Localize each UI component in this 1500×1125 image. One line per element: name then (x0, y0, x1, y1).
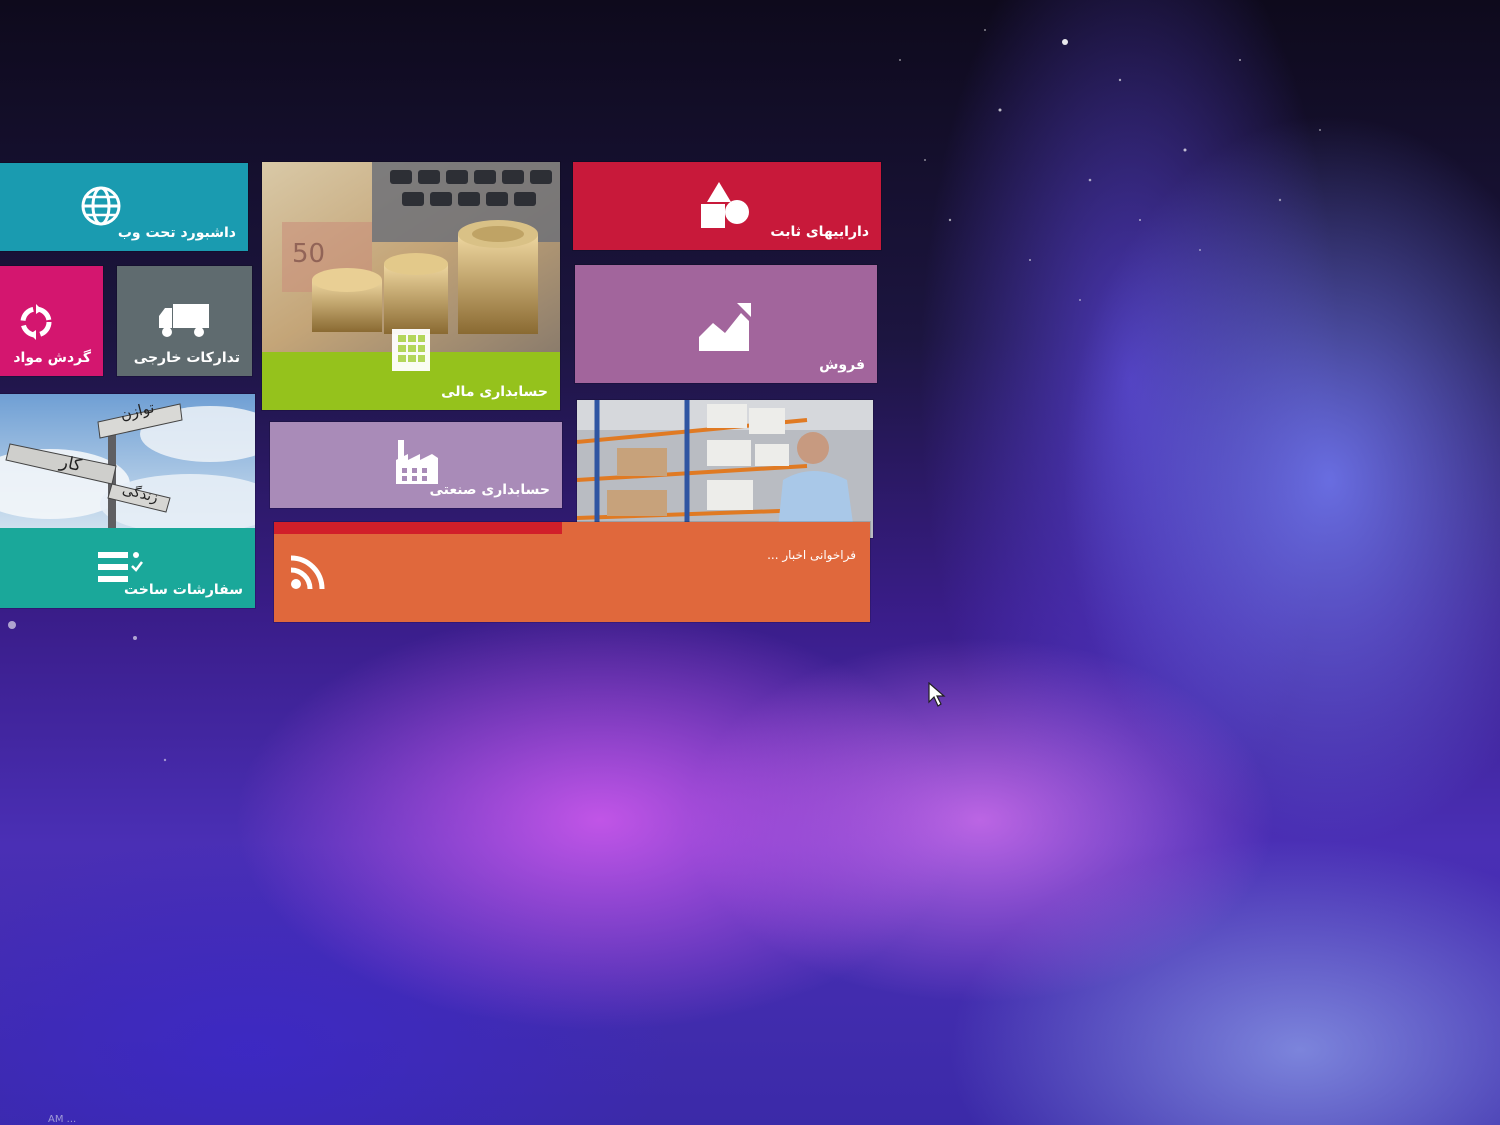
coins-photo: 50 (262, 162, 560, 352)
tile-label: حسابداری صنعتی (429, 482, 550, 498)
tile-dashboard-web[interactable]: داشبورد تحت وب (0, 163, 248, 251)
shapes-icon (701, 182, 749, 228)
mouse-cursor-icon (928, 682, 946, 707)
tile-label: سفارشات ساخت (123, 582, 243, 598)
tile-label: داشبورد تحت وب (117, 225, 236, 241)
tile-build-orders[interactable]: توازن کار زندگی سفارشات ساخت (0, 394, 255, 608)
tile-label: تدارکات خارجی (133, 350, 240, 366)
tile-warehouse-photo[interactable] (577, 400, 873, 538)
checklist-icon (98, 552, 143, 582)
trend-chart-icon (699, 303, 751, 351)
rss-icon (290, 555, 325, 590)
calculator-icon (392, 329, 430, 371)
truck-icon (159, 304, 209, 337)
tile-industrial-accounting[interactable]: حسابداری صنعتی (270, 422, 562, 508)
tile-label: حسابداری مالی (441, 384, 548, 400)
taskbar-clock: AM ... (48, 1114, 77, 1125)
tile-material-flow[interactable]: گردش مواد (0, 266, 103, 376)
globe-icon (81, 186, 121, 226)
tile-label: فروش (819, 357, 865, 373)
sign-word-2: کار (58, 451, 84, 477)
news-feed-label: فراخوانی اخبار ... (767, 548, 856, 562)
svg-text:50: 50 (292, 239, 325, 269)
tile-label: داراییهای ثابت (770, 224, 869, 240)
factory-icon (396, 440, 438, 484)
refresh-cycle-icon (20, 304, 52, 340)
tile-foreign-procurement[interactable]: تدارکات خارجی (117, 266, 252, 376)
tile-top-stripe (274, 522, 562, 534)
tile-sales[interactable]: فروش (575, 265, 877, 383)
warehouse-photo (577, 400, 873, 538)
tile-label: گردش مواد (13, 350, 91, 366)
tile-financial-accounting[interactable]: 50 حسابداری مالی (262, 162, 560, 410)
tile-fixed-assets[interactable]: داراییهای ثابت (573, 162, 881, 250)
tile-news-feed[interactable]: فراخوانی اخبار ... (274, 522, 870, 622)
